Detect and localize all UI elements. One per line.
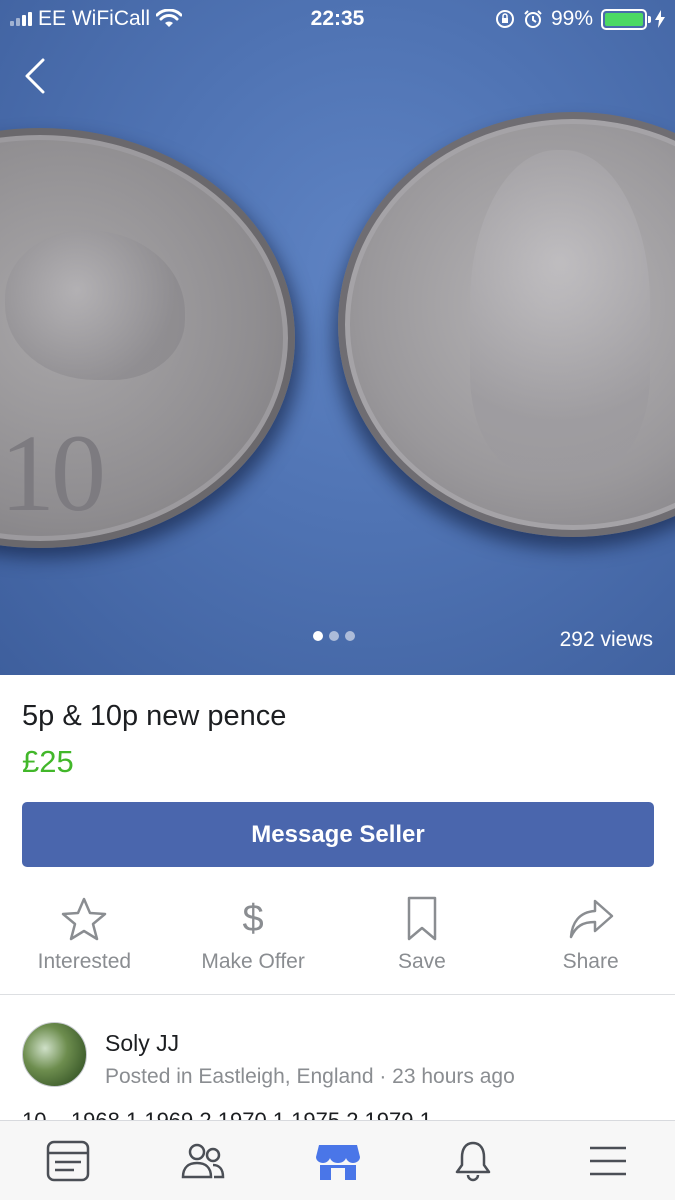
listing-photo[interactable]: 10 292 views — [0, 0, 675, 675]
tab-friends[interactable] — [135, 1121, 270, 1200]
menu-icon — [589, 1146, 626, 1175]
pager-dot-3[interactable] — [345, 631, 355, 641]
bottom-tab-bar — [0, 1120, 675, 1200]
news-feed-icon — [46, 1140, 89, 1181]
interested-button[interactable]: Interested — [0, 893, 169, 993]
listing-title: 5p & 10p new pence — [22, 700, 287, 732]
chevron-left-icon — [25, 58, 45, 94]
seller-avatar[interactable] — [22, 1022, 87, 1087]
bookmark-icon — [407, 896, 437, 941]
section-divider — [0, 994, 675, 995]
tab-news-feed[interactable] — [0, 1121, 135, 1200]
coin-numeral: 10 — [0, 412, 106, 534]
listing-actions: Interested $ Make Offer Save Share — [0, 893, 675, 993]
pager-dot-1[interactable] — [313, 631, 323, 641]
seller-info[interactable]: Soly JJ Posted in Eastleigh, England · 2… — [22, 1022, 515, 1089]
pager-dot-2[interactable] — [329, 631, 339, 641]
dollar-icon: $ — [242, 897, 264, 940]
tab-menu[interactable] — [540, 1121, 675, 1200]
tab-marketplace[interactable] — [270, 1121, 405, 1200]
save-button[interactable]: Save — [338, 893, 507, 993]
friends-icon — [181, 1143, 224, 1178]
queen-profile-engraving — [470, 150, 650, 470]
seller-name[interactable]: Soly JJ — [105, 1030, 515, 1057]
charging-bolt-icon — [655, 10, 665, 28]
back-button[interactable] — [18, 56, 52, 96]
share-icon — [569, 899, 613, 939]
view-count: 292 views — [559, 628, 653, 651]
battery-percent: 99% — [550, 7, 593, 30]
share-label: Share — [562, 950, 619, 973]
bell-icon — [455, 1141, 490, 1181]
status-bar: EE WiFiCall 22:35 99% — [0, 0, 675, 38]
alarm-icon — [524, 10, 542, 28]
photo-pager-dots[interactable] — [313, 631, 355, 641]
seller-location-time: Posted in Eastleigh, England · 23 hours … — [105, 1065, 515, 1088]
make-offer-label: Make Offer — [201, 950, 305, 973]
tab-notifications[interactable] — [405, 1121, 540, 1200]
share-button[interactable]: Share — [506, 893, 675, 993]
marketplace-icon — [315, 1144, 360, 1180]
listing-price: £25 — [22, 744, 74, 779]
interested-label: Interested — [37, 950, 132, 973]
save-label: Save — [397, 950, 446, 973]
star-icon — [62, 897, 107, 941]
battery-icon — [601, 8, 651, 30]
message-seller-button[interactable]: Message Seller — [22, 802, 654, 867]
make-offer-button[interactable]: $ Make Offer — [169, 893, 338, 993]
rotation-lock-icon — [495, 10, 514, 28]
